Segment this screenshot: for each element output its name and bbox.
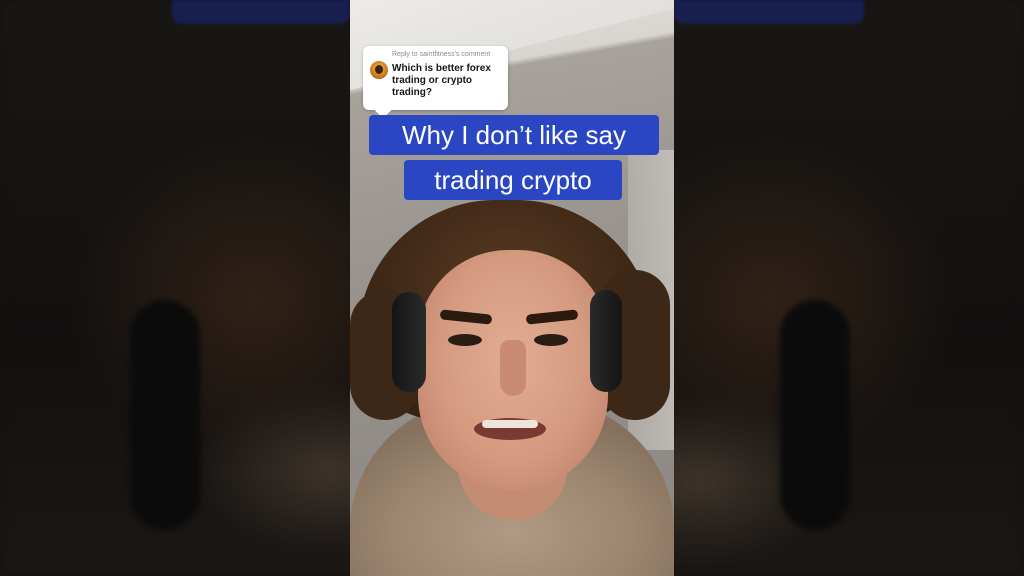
reply-header: Reply to saintfitness's comment — [392, 51, 491, 58]
headphone-right — [590, 290, 622, 392]
nose — [500, 340, 526, 396]
avatar-figure — [375, 65, 383, 74]
reply-comment-card[interactable]: Reply to saintfitness's comment Which is… — [363, 46, 508, 110]
caption-line-2: trading crypto — [404, 160, 622, 200]
caption-line-1: Why I don’t like say — [369, 115, 659, 155]
headphone-left — [392, 292, 426, 392]
user-avatar-icon — [370, 61, 388, 79]
eye-left — [448, 334, 482, 346]
reply-comment-text: Which is better forex trading or crypto … — [392, 63, 491, 98]
eye-right — [534, 334, 568, 346]
teeth — [482, 420, 538, 428]
